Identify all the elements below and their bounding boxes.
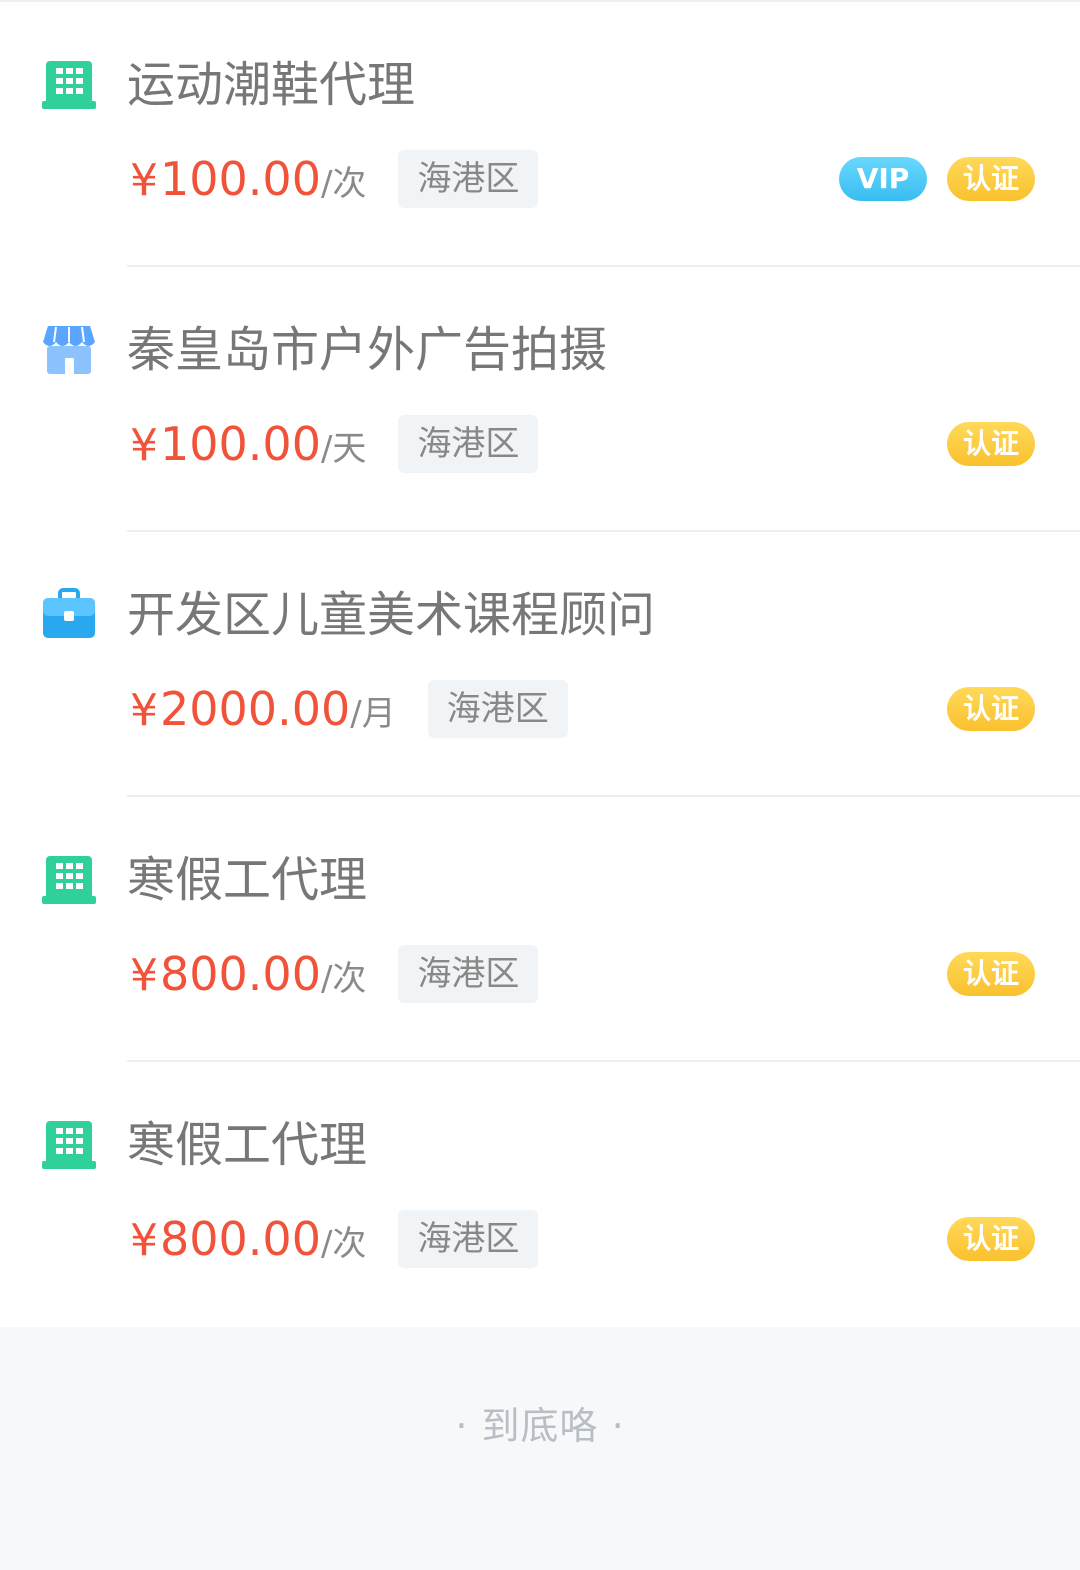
briefcase-icon bbox=[42, 587, 96, 641]
badges: 认证 bbox=[947, 687, 1035, 731]
listing-title: 秦皇岛市户外广告拍摄 bbox=[127, 322, 608, 378]
badges: VIP 认证 bbox=[839, 157, 1035, 201]
listing-meta: ¥ 100.00 /天 海港区 认证 bbox=[130, 409, 1035, 479]
district-tag: 海港区 bbox=[398, 945, 539, 1003]
price-amount: 2000.00 bbox=[160, 682, 351, 736]
listing-meta: ¥ 800.00 /次 海港区 认证 bbox=[130, 939, 1035, 1009]
currency-symbol: ¥ bbox=[130, 685, 158, 736]
listing-title: 运动潮鞋代理 bbox=[127, 57, 416, 113]
currency-symbol: ¥ bbox=[130, 1215, 158, 1266]
list-item[interactable]: 秦皇岛市户外广告拍摄 ¥ 100.00 /天 海港区 认证 bbox=[0, 267, 1080, 532]
building-icon bbox=[42, 852, 96, 906]
listing-title: 开发区儿童美术课程顾问 bbox=[127, 587, 656, 643]
price: ¥ 800.00 /次 bbox=[130, 947, 366, 1001]
list-item[interactable]: 寒假工代理 ¥ 800.00 /次 海港区 认证 bbox=[0, 1062, 1080, 1327]
list-footer: · 到底咯 · bbox=[0, 1327, 1080, 1561]
end-of-list-text: · 到底咯 · bbox=[455, 1404, 625, 1448]
certified-badge: 认证 bbox=[947, 687, 1035, 731]
listing-title: 寒假工代理 bbox=[127, 852, 368, 908]
price-amount: 100.00 bbox=[160, 417, 321, 471]
badges: 认证 bbox=[947, 1217, 1035, 1261]
currency-symbol: ¥ bbox=[130, 950, 158, 1001]
price: ¥ 2000.00 /月 bbox=[130, 682, 396, 736]
district-tag: 海港区 bbox=[427, 680, 568, 738]
price-amount: 800.00 bbox=[160, 947, 321, 1001]
badges: 认证 bbox=[947, 422, 1035, 466]
price-unit: /次 bbox=[320, 164, 367, 204]
price: ¥ 100.00 /次 bbox=[130, 152, 366, 206]
price-amount: 800.00 bbox=[160, 1212, 321, 1266]
district-tag: 海港区 bbox=[398, 1210, 539, 1268]
certified-badge: 认证 bbox=[947, 1217, 1035, 1261]
listing-title: 寒假工代理 bbox=[127, 1117, 368, 1173]
price: ¥ 100.00 /天 bbox=[130, 417, 366, 471]
badges: 认证 bbox=[947, 952, 1035, 996]
building-icon bbox=[42, 1117, 96, 1171]
price: ¥ 800.00 /次 bbox=[130, 1212, 366, 1266]
price-unit: /天 bbox=[320, 429, 367, 469]
currency-symbol: ¥ bbox=[130, 155, 158, 206]
vip-badge: VIP bbox=[839, 157, 927, 201]
currency-symbol: ¥ bbox=[130, 420, 158, 471]
listing-meta: ¥ 100.00 /次 海港区 VIP 认证 bbox=[130, 144, 1035, 214]
price-amount: 100.00 bbox=[160, 152, 321, 206]
certified-badge: 认证 bbox=[947, 422, 1035, 466]
certified-badge: 认证 bbox=[947, 952, 1035, 996]
listing-meta: ¥ 2000.00 /月 海港区 认证 bbox=[130, 674, 1035, 744]
certified-badge: 认证 bbox=[947, 157, 1035, 201]
list-item[interactable]: 开发区儿童美术课程顾问 ¥ 2000.00 /月 海港区 认证 bbox=[0, 532, 1080, 797]
district-tag: 海港区 bbox=[398, 150, 539, 208]
price-unit: /次 bbox=[320, 959, 367, 999]
price-unit: /次 bbox=[320, 1224, 367, 1264]
district-tag: 海港区 bbox=[398, 415, 539, 473]
job-list: 运动潮鞋代理 ¥ 100.00 /次 海港区 VIP 认证 秦皇岛市户外广告拍摄… bbox=[0, 0, 1080, 1327]
price-unit: /月 bbox=[350, 694, 396, 734]
list-item[interactable]: 寒假工代理 ¥ 800.00 /次 海港区 认证 bbox=[0, 797, 1080, 1062]
building-icon bbox=[42, 57, 96, 111]
list-item[interactable]: 运动潮鞋代理 ¥ 100.00 /次 海港区 VIP 认证 bbox=[0, 2, 1080, 267]
listing-meta: ¥ 800.00 /次 海港区 认证 bbox=[130, 1204, 1035, 1274]
store-icon bbox=[42, 322, 96, 376]
